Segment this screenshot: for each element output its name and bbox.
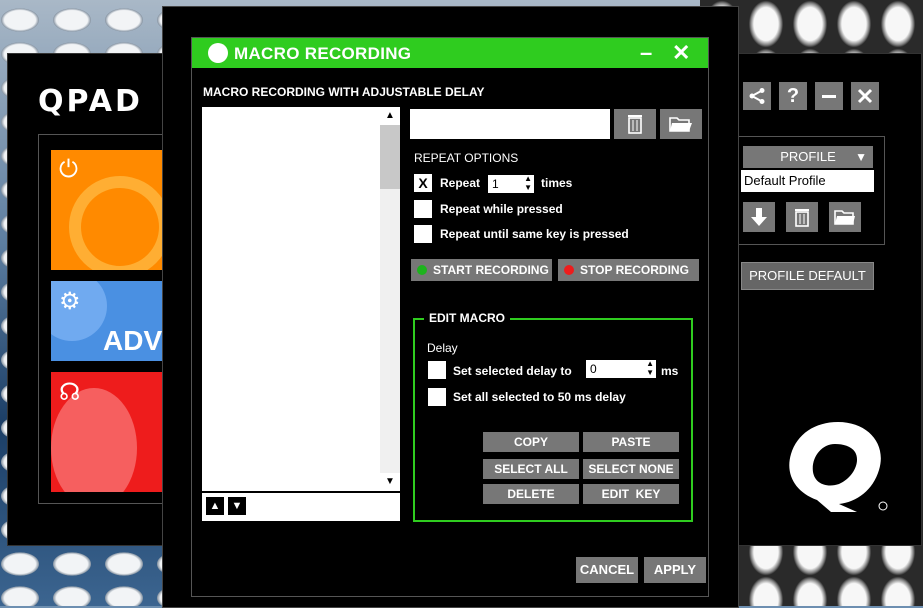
minimize-icon[interactable] (815, 82, 843, 110)
delay-unit-label: ms (661, 364, 679, 378)
set-selected-delay-checkbox[interactable] (428, 361, 446, 379)
repeat-until-same-key-checkbox[interactable] (414, 225, 432, 243)
tile-support[interactable]: ☊ (51, 372, 171, 492)
edit-key-button[interactable]: EDIT KEY (583, 484, 679, 504)
profile-default-button[interactable]: PROFILE DEFAULT (741, 262, 874, 290)
stop-recording-button[interactable]: STOP RECORDING (558, 259, 699, 281)
window-controls: ? (743, 82, 879, 110)
mode-tiles-panel: ⏻ ⚙ ADV ☊ (38, 134, 180, 504)
list-move-controls: ▲ ▼ (202, 493, 400, 521)
download-icon[interactable] (743, 202, 775, 232)
dialog-content: MACRO RECORDING – ✕ MACRO RECORDING WITH… (191, 37, 709, 597)
set-all-selected-checkbox[interactable] (428, 388, 446, 406)
set-selected-delay-label: Set selected delay to (453, 364, 572, 378)
headset-icon: ☊ (59, 379, 81, 406)
select-none-button[interactable]: SELECT NONE (583, 459, 679, 479)
start-recording-label: START RECORDING (433, 263, 549, 277)
copy-button[interactable]: COPY (483, 432, 579, 452)
profile-header-label: PROFILE (780, 149, 836, 164)
macro-name-input[interactable] (410, 109, 610, 139)
repeat-count-stepper[interactable]: 1 ▲ ▼ (488, 174, 534, 193)
paste-button[interactable]: PASTE (583, 432, 679, 452)
repeat-options-label: REPEAT OPTIONS (414, 151, 519, 165)
macro-event-list[interactable]: ▲ ▼ (202, 107, 400, 491)
folder-icon[interactable] (829, 202, 861, 232)
gear-icon: ⚙ (59, 288, 81, 315)
repeat-while-pressed-checkbox[interactable] (414, 200, 432, 218)
delay-label: Delay (427, 341, 458, 355)
q-brand-logo (789, 422, 888, 512)
repeat-label: Repeat (440, 176, 481, 190)
list-scrollbar[interactable]: ▲ ▼ (380, 107, 400, 491)
repeat-checkbox[interactable]: X (414, 174, 432, 192)
close-icon[interactable] (851, 82, 879, 110)
edit-macro-legend: EDIT MACRO (424, 311, 510, 325)
delete-button[interactable]: DELETE (483, 484, 579, 504)
tile-power[interactable]: ⏻ (51, 150, 171, 270)
start-led-icon (417, 265, 427, 275)
delete-macro-button[interactable] (614, 109, 656, 139)
start-recording-button[interactable]: START RECORDING (411, 259, 552, 281)
macro-recording-dialog: MACRO RECORDING – ✕ MACRO RECORDING WITH… (162, 6, 739, 608)
trash-icon[interactable] (786, 202, 818, 232)
tile-advanced[interactable]: ⚙ ADV (51, 281, 171, 361)
profile-dropdown[interactable]: PROFILE ▼ (743, 146, 873, 168)
profile-selected-value[interactable]: Default Profile (741, 170, 874, 192)
chevron-down-icon: ▼ (855, 150, 867, 164)
trash-icon (628, 115, 642, 134)
profile-actions (743, 202, 861, 232)
folder-icon (669, 117, 692, 132)
share-icon[interactable] (743, 82, 771, 110)
dialog-titlebar[interactable]: MACRO RECORDING – ✕ (192, 38, 708, 68)
scroll-thumb[interactable] (380, 125, 400, 189)
repeat-count-value: 1 (492, 177, 499, 191)
move-up-button[interactable]: ▲ (206, 497, 224, 515)
scroll-up-icon[interactable]: ▲ (380, 107, 400, 125)
stop-recording-label: STOP RECORDING (580, 263, 689, 277)
repeat-while-pressed-label: Repeat while pressed (440, 202, 563, 216)
power-icon: ⏻ (59, 156, 78, 183)
repeat-times-label: times (541, 176, 573, 190)
title-circle-icon (208, 43, 228, 63)
dialog-minimize-button[interactable]: – (640, 40, 652, 66)
select-all-button[interactable]: SELECT ALL (483, 459, 579, 479)
tile-advanced-label: ADV (103, 325, 163, 356)
delay-stepper[interactable]: 0 ▲ ▼ (586, 359, 656, 378)
scroll-down-icon[interactable]: ▼ (380, 473, 400, 491)
dialog-title: MACRO RECORDING (234, 44, 412, 63)
delay-value: 0 (590, 362, 597, 376)
repeat-until-same-key-label: Repeat until same key is pressed (440, 227, 629, 241)
stepper-arrows-icon[interactable]: ▲ ▼ (524, 174, 532, 192)
help-icon[interactable]: ? (779, 82, 807, 110)
stop-led-icon (564, 265, 574, 275)
cancel-button[interactable]: CANCEL (576, 557, 638, 583)
dialog-close-button[interactable]: ✕ (672, 40, 690, 66)
apply-button[interactable]: APPLY (644, 557, 706, 583)
open-macro-button[interactable] (660, 109, 702, 139)
dialog-subtitle: MACRO RECORDING WITH ADJUSTABLE DELAY (203, 85, 485, 99)
stepper-arrows-icon[interactable]: ▲ ▼ (646, 359, 654, 377)
move-down-button[interactable]: ▼ (228, 497, 246, 515)
app-logo: QPAD (38, 84, 143, 119)
set-all-selected-label: Set all selected to 50 ms delay (453, 390, 626, 404)
